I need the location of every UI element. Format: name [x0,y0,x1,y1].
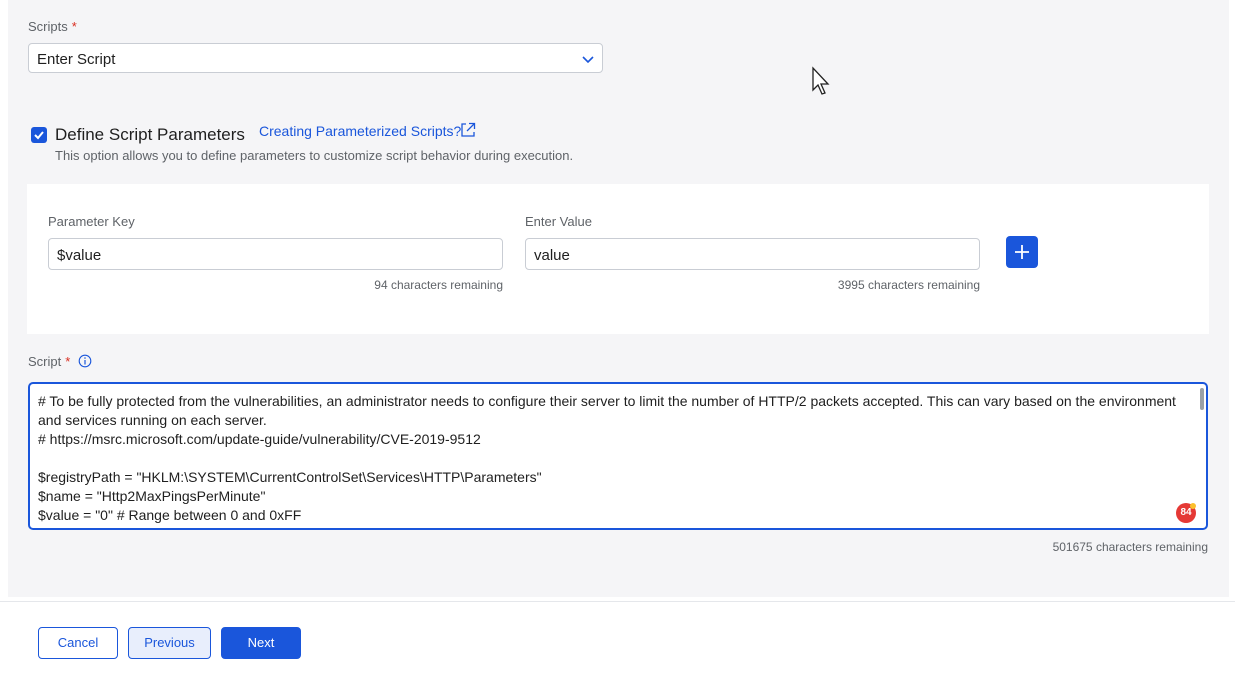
scripts-label: Scripts * [28,19,77,34]
previous-button[interactable]: Previous [128,627,211,659]
cancel-button[interactable]: Cancel [38,627,118,659]
plus-icon [1015,245,1029,259]
external-link-icon[interactable] [460,122,476,138]
scripts-select[interactable]: Enter Script [28,43,603,73]
parameter-key-remaining: 94 characters remaining [374,278,503,292]
footer-divider [0,601,1235,602]
info-icon[interactable] [78,354,92,368]
define-params-help-text: This option allows you to define paramet… [55,148,574,163]
define-params-checkbox[interactable] [31,127,47,143]
add-parameter-button[interactable] [1006,236,1038,268]
define-params-label[interactable]: Define Script Parameters [55,125,245,145]
parameter-value-input[interactable]: value [525,238,980,270]
script-label-text: Script [28,354,62,369]
grammar-status-dot [1190,503,1196,509]
script-scrollbar[interactable] [1200,388,1204,410]
required-mark: * [71,19,77,34]
parameter-value-label: Enter Value [525,214,592,229]
script-content: # To be fully protected from the vulnera… [38,393,1176,523]
checkmark-icon [34,131,44,140]
parameter-key-value: $value [57,247,102,264]
parameter-value-value: value [534,247,570,264]
mouse-cursor-icon [812,66,830,95]
script-label: Script * [28,354,70,369]
parameter-key-label: Parameter Key [48,214,135,229]
scripts-select-value: Enter Script [37,51,116,68]
script-textarea[interactable]: # To be fully protected from the vulnera… [28,382,1208,530]
next-button[interactable]: Next [221,627,301,659]
chevron-down-icon [582,56,594,64]
required-mark: * [65,354,71,369]
script-remaining: 501675 characters remaining [1052,540,1208,554]
parameter-value-remaining: 3995 characters remaining [837,278,980,292]
parameter-key-input[interactable]: $value [48,238,503,270]
scripts-label-text: Scripts [28,19,68,34]
parameterized-scripts-link[interactable]: Creating Parameterized Scripts? [259,123,461,139]
